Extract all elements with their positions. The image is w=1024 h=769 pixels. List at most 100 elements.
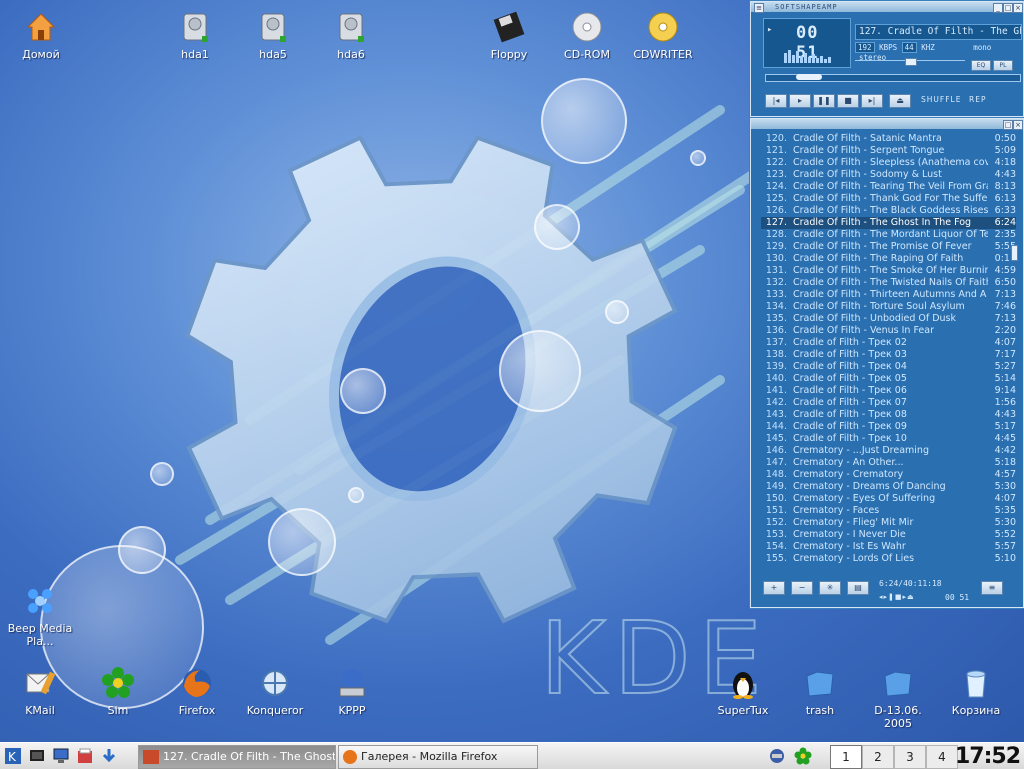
eq-toggle-button[interactable]: EQ	[971, 60, 991, 71]
balance-slider[interactable]	[931, 60, 967, 68]
shuffle-toggle[interactable]: SHUFFLE	[921, 95, 961, 104]
playlist-row[interactable]: 144. Cradle of Filth - Трек 09 5:17	[761, 421, 1016, 433]
playlist-row[interactable]: 143. Cradle of Filth - Трек 08 4:43	[761, 409, 1016, 421]
playlist-mini-controls[interactable]: ◂▸❚■▸⏏	[879, 593, 915, 601]
playlist-row[interactable]: 132. Cradle Of Filth - The Twisted Nails …	[761, 277, 1016, 289]
eject-button[interactable]: ⏏	[889, 94, 911, 108]
playlist-row[interactable]: 141. Cradle of Filth - Трек 06 9:14	[761, 385, 1016, 397]
playlist-title-bar[interactable]	[751, 119, 1023, 129]
playlist-row[interactable]: 149. Crematory - Dreams Of Dancing 5:30	[761, 481, 1016, 493]
kde-menu-icon[interactable]: K	[4, 747, 22, 765]
home-folder-icon[interactable]	[76, 747, 94, 765]
desktop-icon-beep[interactable]: Beep Media Pla...	[4, 584, 76, 648]
playlist-row[interactable]: 126. Cradle Of Filth - The Black Goddess …	[761, 205, 1016, 217]
playlist-row[interactable]: 136. Cradle Of Filth - Venus In Fear 2:20	[761, 325, 1016, 337]
playlist-close-button[interactable]: ×	[1013, 120, 1023, 130]
desktop-icon-hda1[interactable]: hda1	[159, 10, 231, 61]
playlist-row[interactable]: 151. Crematory - Faces 5:35	[761, 505, 1016, 517]
sim-tray-icon[interactable]	[794, 747, 812, 765]
play-button[interactable]: ▸	[789, 94, 811, 108]
desktop-pager-4[interactable]: 4	[926, 745, 958, 769]
seek-bar[interactable]	[765, 74, 1021, 82]
playlist-remove-button[interactable]: −	[791, 581, 813, 595]
download-icon[interactable]	[100, 747, 118, 765]
playlist-add-button[interactable]: +	[763, 581, 785, 595]
playlist-toggle-button[interactable]: PL	[993, 60, 1013, 71]
desktop-icon-cdrom[interactable]: CD-ROM	[551, 10, 623, 61]
desktop-pager-1[interactable]: 1	[830, 745, 862, 769]
desktop-icon-hda5[interactable]: hda5	[237, 10, 309, 61]
playlist-row[interactable]: 122. Cradle Of Filth - Sleepless (Anathem…	[761, 157, 1016, 169]
playlist-row[interactable]: 128. Cradle Of Filth - The Mordant Liquor…	[761, 229, 1016, 241]
playlist-row[interactable]: 140. Cradle of Filth - Трек 05 5:14	[761, 373, 1016, 385]
playlist-row[interactable]: 127. Cradle Of Filth - The Ghost In The F…	[761, 217, 1016, 229]
playlist-row[interactable]: 123. Cradle Of Filth - Sodomy & Lust 4:43	[761, 169, 1016, 181]
spectrum-analyzer	[784, 50, 831, 63]
terminal-icon[interactable]	[52, 747, 70, 765]
playlist-row[interactable]: 148. Crematory - Crematory 4:57	[761, 469, 1016, 481]
task-player[interactable]: 127. Cradle Of Filth - The Ghost	[138, 745, 336, 769]
playlist-row[interactable]: 147. Crematory - An Other... 5:18	[761, 457, 1016, 469]
playlist-row[interactable]: 130. Cradle Of Filth - The Raping Of Fait…	[761, 253, 1016, 265]
playlist-row[interactable]: 134. Cradle Of Filth - Torture Soul Asylu…	[761, 301, 1016, 313]
playlist-list-options-button[interactable]: ≡	[981, 581, 1003, 595]
prev-button[interactable]: |◂	[765, 94, 787, 108]
playlist-scrollbar[interactable]	[1011, 135, 1018, 575]
desktop-icon-floppy[interactable]: Floppy	[473, 10, 545, 61]
stop-button[interactable]: ■	[837, 94, 859, 108]
desktop-icon-kppp[interactable]: KPPP	[316, 666, 388, 717]
player-shade-button[interactable]: □	[1003, 3, 1013, 13]
desktop-icon-cdwriter[interactable]: CDWRITER	[627, 10, 699, 61]
track-title: Crematory - Crematory	[793, 469, 904, 480]
pause-button[interactable]: ❚❚	[813, 94, 835, 108]
playlist-row[interactable]: 152. Crematory - Flieg' Mit Mir 5:30	[761, 517, 1016, 529]
playlist-select-button[interactable]: ✳	[819, 581, 841, 595]
playlist-row[interactable]: 135. Cradle Of Filth - Unbodied Of Dusk 7:…	[761, 313, 1016, 325]
playlist-row[interactable]: 142. Cradle of Filth - Трек 07 1:56	[761, 397, 1016, 409]
playlist-shade-button[interactable]: □	[1003, 120, 1013, 130]
track-number: 153.	[765, 529, 787, 540]
playlist-misc-button[interactable]: ▤	[847, 581, 869, 595]
player-minimize-button[interactable]: _	[993, 3, 1003, 13]
desktop-icon-firefox[interactable]: Firefox	[161, 666, 233, 717]
playlist-row[interactable]: 154. Crematory - Ist Es Wahr 5:57	[761, 541, 1016, 553]
playlist-row[interactable]: 138. Cradle of Filth - Трек 03 7:17	[761, 349, 1016, 361]
playlist-row[interactable]: 139. Cradle of Filth - Трек 04 5:27	[761, 361, 1016, 373]
playlist-row[interactable]: 145. Cradle of Filth - Трек 10 4:45	[761, 433, 1016, 445]
playlist-list[interactable]: 120. Cradle Of Filth - Satanic Mantra 0:50…	[761, 133, 1016, 575]
track-number: 149.	[765, 481, 787, 492]
playlist-row[interactable]: 131. Cradle Of Filth - The Smoke Of Her B…	[761, 265, 1016, 277]
desktop-pager-2[interactable]: 2	[862, 745, 894, 769]
player-close-button[interactable]: ×	[1013, 3, 1023, 13]
desktop-icon-sim[interactable]: Sim	[82, 666, 154, 717]
playlist-row[interactable]: 125. Cradle Of Filth - Thank God For The …	[761, 193, 1016, 205]
playlist-row[interactable]: 124. Cradle Of Filth - Tearing The Veil F…	[761, 181, 1016, 193]
desktop-icon-trash-folder[interactable]: trash	[784, 666, 856, 717]
playlist-row[interactable]: 120. Cradle Of Filth - Satanic Mantra 0:50	[761, 133, 1016, 145]
playlist-row[interactable]: 133. Cradle Of Filth - Thirteen Autumns A…	[761, 289, 1016, 301]
player-menu-button[interactable]: ≡	[754, 3, 764, 13]
playlist-row[interactable]: 146. Crematory - ...Just Dreaming 4:42	[761, 445, 1016, 457]
playlist-row[interactable]: 121. Cradle Of Filth - Serpent Tongue 5:09	[761, 145, 1016, 157]
desktop-pager-3[interactable]: 3	[894, 745, 926, 769]
player-title-bar[interactable]: SOFTSHAPEAMP	[751, 2, 1023, 12]
desktop-icon-kmail[interactable]: KMail	[4, 666, 76, 717]
clock[interactable]: 17:52	[955, 744, 1021, 769]
playlist-row[interactable]: 137. Cradle of Filth - Трек 02 4:07	[761, 337, 1016, 349]
playlist-row[interactable]: 155. Crematory - Lords Of Lies 5:10	[761, 553, 1016, 565]
show-desktop-icon[interactable]	[28, 747, 46, 765]
desktop-icon-d-folder[interactable]: D-13.06. 2005	[862, 666, 934, 730]
desktop-icon-konqueror[interactable]: Konqueror	[239, 666, 311, 717]
playlist-row[interactable]: 150. Crematory - Eyes Of Suffering 4:07	[761, 493, 1016, 505]
playlist-row[interactable]: 153. Crematory - I Never Die 5:52	[761, 529, 1016, 541]
task-firefox[interactable]: Галерея - Mozilla Firefox	[338, 745, 538, 769]
playlist-row[interactable]: 129. Cradle Of Filth - The Promise Of Fev…	[761, 241, 1016, 253]
network-tray-icon[interactable]	[768, 747, 786, 765]
desktop-icon-hda6[interactable]: hda6	[315, 10, 387, 61]
song-title-ticker[interactable]: 127. Cradle Of Filth - The Ghost In The …	[855, 24, 1022, 40]
next-button[interactable]: ▸|	[861, 94, 883, 108]
desktop-icon-korzina[interactable]: Корзина	[940, 666, 1012, 717]
desktop-icon-home[interactable]: Домой	[5, 10, 77, 61]
repeat-toggle[interactable]: REP	[969, 95, 986, 104]
desktop-icon-supertux[interactable]: SuperTux	[707, 666, 779, 717]
